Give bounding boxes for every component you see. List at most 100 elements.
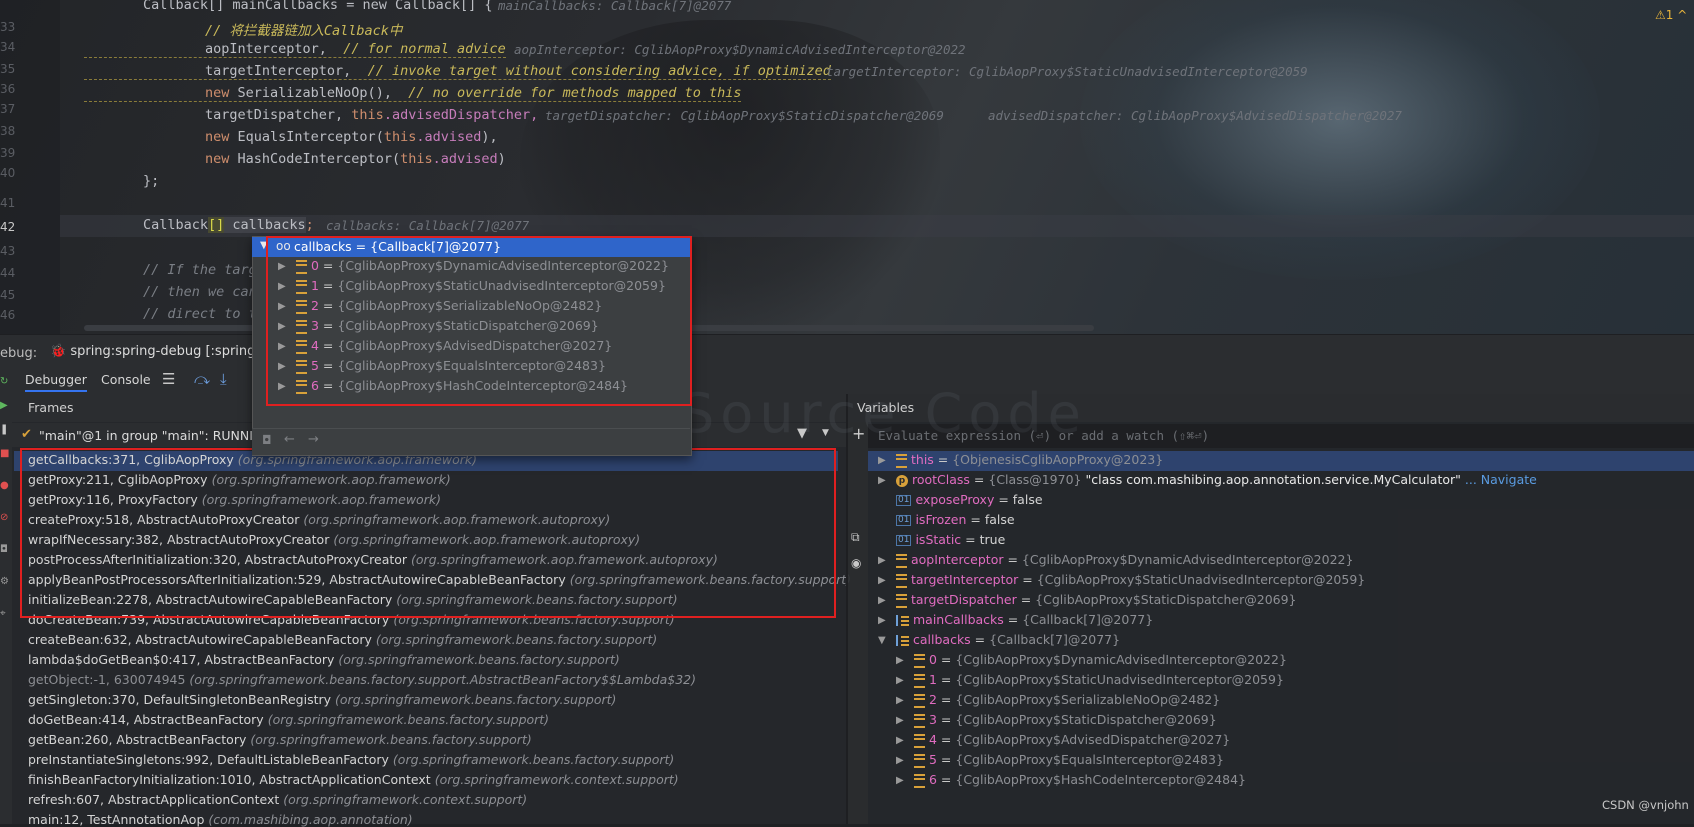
stop-icon[interactable]: ■ — [0, 448, 9, 459]
variable-row[interactable]: targetInterceptor = {CglibAopProxy$Stati… — [896, 572, 1365, 588]
frame-method: refresh:607, AbstractApplicationContext — [28, 792, 280, 807]
code-line-41: }; — [143, 173, 160, 189]
element-index: 3 — [929, 712, 937, 727]
array-element-row[interactable]: 5 = {CglibAopProxy$EqualsInterceptor@248… — [914, 752, 1224, 768]
frame-row[interactable]: main:12, TestAnnotationAop (com.mashibin… — [28, 812, 413, 827]
background-image-glow — [1080, 0, 1600, 280]
copy-icon[interactable]: ⧉ — [851, 530, 860, 545]
breakpoints-icon[interactable]: ● — [0, 480, 9, 491]
code-line-40: new HashCodeInterceptor(this.advised) — [205, 151, 506, 167]
debug-session-tab[interactable]: 🐞 spring:spring-debug [:spring- — [50, 344, 260, 359]
watch-eye-icon[interactable]: ◉ — [851, 556, 861, 570]
chevron-right-icon[interactable]: ▶ — [896, 735, 904, 746]
variable-row[interactable]: mainCallbacks = {Callback[7]@2077} — [896, 612, 1153, 627]
array-element-row[interactable]: 0 = {CglibAopProxy$DynamicAdvisedInterce… — [914, 652, 1287, 668]
code-line-33: Callback[] mainCallbacks = new Callback[… — [143, 0, 493, 13]
variable-row[interactable]: aopInterceptor = {CglibAopProxy$DynamicA… — [896, 552, 1353, 568]
variable-row[interactable]: 01 isFrozen = false — [896, 512, 1015, 527]
warning-indicator[interactable]: ⚠1 ^ — [1655, 8, 1687, 22]
tab-debugger[interactable]: Debugger — [25, 372, 87, 392]
camera-icon[interactable]: ◘ — [262, 433, 272, 447]
frame-package: (org.springframework.beans.factory.suppo… — [189, 672, 696, 687]
variable-row[interactable]: 01 exposeProxy = false — [896, 492, 1043, 507]
variable-row[interactable]: p rootClass = {Class@1970} "class com.mas… — [896, 472, 1537, 487]
line-number: 38 — [0, 124, 16, 138]
chevron-right-icon[interactable]: ▶ — [878, 615, 886, 626]
chevron-right-icon[interactable]: ▶ — [878, 595, 886, 606]
frames-title: Frames — [28, 400, 74, 415]
frame-row[interactable]: getBean:260, AbstractBeanFactory (org.sp… — [28, 732, 532, 747]
frame-package: (org.springframework.context.support) — [283, 792, 528, 807]
array-element-row[interactable]: 4 = {CglibAopProxy$AdvisedDispatcher@202… — [914, 732, 1230, 748]
frame-row[interactable]: doGetBean:414, AbstractBeanFactory (org.… — [28, 712, 549, 727]
equals-sign: = — [1018, 572, 1037, 587]
inline-value-hint: callbacks: Callback[7]@2077 — [326, 218, 530, 233]
frame-method: doGetBean:414, AbstractBeanFactory — [28, 712, 264, 727]
camera-icon[interactable]: ◘ — [0, 544, 8, 555]
field-icon — [896, 553, 907, 568]
frame-package: (org.springframework.beans.factory.suppo… — [335, 692, 617, 707]
tab-console[interactable]: Console — [101, 372, 151, 387]
array-element-row[interactable]: 6 = {CglibAopProxy$HashCodeInterceptor@2… — [914, 772, 1246, 788]
chevron-right-icon[interactable]: ▶ — [878, 555, 886, 566]
forward-arrow-icon[interactable]: → — [308, 432, 319, 447]
frame-row[interactable]: getSingleton:370, DefaultSingletonBeanRe… — [28, 692, 616, 707]
frame-row[interactable]: preInstantiateSingletons:992, DefaultLis… — [28, 752, 674, 767]
step-into-icon[interactable]: ⤓ — [220, 370, 227, 388]
line-number: 43 — [0, 244, 16, 258]
equals-sign: = — [936, 692, 956, 707]
pause-icon[interactable]: ❚ — [0, 424, 8, 435]
frame-row[interactable]: getObject:-1, 630074945 (org.springframe… — [28, 672, 696, 687]
line-number: 45 — [0, 288, 16, 302]
variable-string-value: "class com.mashibing.aop.annotation.serv… — [1085, 472, 1461, 487]
chevron-right-icon[interactable]: ▶ — [878, 475, 886, 486]
variable-row[interactable]: 01 isStatic = true — [896, 532, 1005, 547]
back-arrow-icon[interactable]: ← — [284, 432, 295, 447]
variable-value: {Callback[7]@2077} — [989, 632, 1121, 647]
menu-icon[interactable]: ☰ — [162, 370, 175, 388]
rerun-icon[interactable]: ↻ — [0, 376, 8, 387]
chevron-right-icon[interactable]: ▶ — [896, 655, 904, 666]
array-element-row[interactable]: 3 = {CglibAopProxy$StaticDispatcher@2069… — [914, 712, 1217, 728]
chevron-right-icon[interactable]: ▶ — [896, 695, 904, 706]
code-line-43: Callback[] callbacks; — [143, 217, 314, 233]
variable-value: {Class@1970} — [988, 472, 1082, 487]
chevron-right-icon[interactable]: ▶ — [896, 715, 904, 726]
navigate-link[interactable]: ... Navigate — [1465, 472, 1537, 487]
frame-package: (org.springframework.beans.factory.suppo… — [392, 752, 675, 767]
array-element-row[interactable]: 2 = {CglibAopProxy$SerializableNoOp@2482… — [914, 692, 1220, 708]
annotation-red-box — [20, 448, 836, 618]
background-watermark-text: Source Code — [680, 382, 1087, 445]
frame-row[interactable]: lambda$doGetBean$0:417, AbstractBeanFact… — [28, 652, 620, 667]
element-index: 0 — [929, 652, 937, 667]
equals-sign: = — [1016, 592, 1036, 607]
settings-icon[interactable]: ⚙ — [0, 576, 9, 587]
chevron-right-icon[interactable]: ▶ — [896, 775, 904, 786]
chevron-right-icon[interactable]: ▶ — [896, 675, 904, 686]
chevron-right-icon[interactable]: ▶ — [878, 575, 886, 586]
variable-value: false — [1012, 492, 1043, 507]
pin-icon[interactable]: ⌖ — [0, 608, 6, 619]
variable-name: exposeProxy — [915, 492, 995, 507]
chevron-down-icon[interactable]: ▼ — [878, 635, 886, 646]
inline-value-hint: targetDispatcher: CglibAopProxy$StaticDi… — [545, 108, 944, 123]
resume-icon[interactable]: ▶ — [0, 400, 8, 411]
equals-sign: = — [936, 732, 956, 747]
variable-row[interactable]: this = {ObjenesisCglibAopProxy@2023} — [896, 452, 1163, 468]
frame-method: lambda$doGetBean$0:417, AbstractBeanFact… — [28, 652, 335, 667]
frame-row[interactable]: refresh:607, AbstractApplicationContext … — [28, 792, 527, 807]
equals-sign: = — [994, 492, 1013, 507]
line-number: 37 — [0, 102, 16, 116]
thread-label[interactable]: "main"@1 in group "main": RUNNIN — [39, 428, 262, 443]
mute-breakpoints-icon[interactable]: ⊘ — [0, 512, 8, 523]
code-line-47: // direct to t — [143, 306, 257, 322]
frame-row[interactable]: finishBeanFactoryInitialization:1010, Ab… — [28, 772, 679, 787]
chevron-right-icon[interactable]: ▶ — [896, 755, 904, 766]
chevron-right-icon[interactable]: ▶ — [878, 455, 886, 466]
array-element-row[interactable]: 1 = {CglibAopProxy$StaticUnadvisedInterc… — [914, 672, 1284, 688]
variable-row[interactable]: targetDispatcher = {CglibAopProxy$Static… — [896, 592, 1297, 608]
variable-row[interactable]: callbacks = {Callback[7]@2077} — [896, 632, 1120, 647]
step-over-icon[interactable]: ⤼ — [194, 370, 210, 388]
equals-sign: = — [936, 672, 956, 687]
frame-row[interactable]: createBean:632, AbstractAutowireCapableB… — [28, 632, 657, 647]
